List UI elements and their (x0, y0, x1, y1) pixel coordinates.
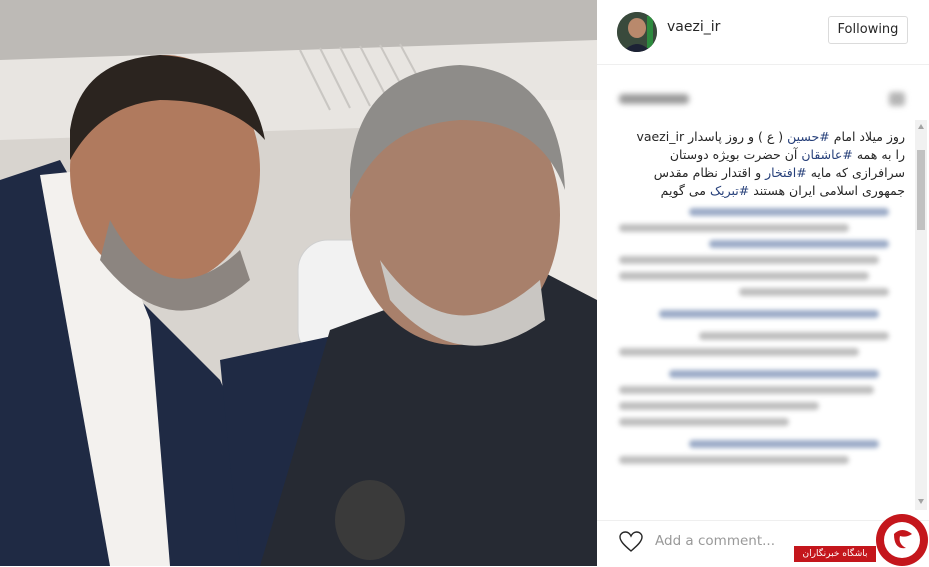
caption-username[interactable]: vaezi_ir (636, 129, 684, 144)
caption-text: جمهوری اسلامی ایران هستند (749, 183, 905, 198)
caption-text: روز میلاد امام (829, 129, 905, 144)
post-sidebar: vaezi_ir Following روز میلاد امام #حسین … (597, 0, 929, 566)
post-header: vaezi_ir Following (597, 0, 929, 65)
caption-line-2: را به همه #عاشقان آن حضرت بویژه دوستان (619, 146, 905, 164)
caption-text: سرافرازی که مایه (806, 165, 905, 180)
caption-text: می گویم (660, 183, 710, 198)
hashtag-link[interactable]: #عاشقان (801, 147, 853, 162)
watermark-text: باشگاه خبرنگاران (794, 546, 876, 562)
caption-text: آن حضرت بویژه دوستان (669, 147, 802, 162)
comments-area[interactable]: روز میلاد امام #حسین ( ع ) و روز پاسدار … (597, 120, 915, 510)
hashtag-link[interactable]: #افتخار (765, 165, 807, 180)
scroll-down-icon[interactable] (917, 496, 925, 506)
scroll-thumb[interactable] (917, 150, 925, 230)
post-photo (0, 0, 597, 566)
caption-text: ( ع ) و روز پاسدار (684, 129, 788, 144)
caption-line-4: جمهوری اسلامی ایران هستند #تبریک می گویم (619, 182, 905, 200)
photo-illustration (0, 0, 597, 566)
hashtag-link[interactable]: #تبریک (710, 183, 749, 198)
caption-text: و اقتدار نظام مقدس (653, 165, 766, 180)
avatar[interactable] (617, 12, 657, 52)
hashtag-link[interactable]: #حسین (787, 129, 830, 144)
caption-line-1: روز میلاد امام #حسین ( ع ) و روز پاسدار … (619, 128, 905, 146)
scroll-up-icon[interactable] (917, 122, 925, 132)
comment-input[interactable]: Add a comment... (655, 533, 775, 549)
caption-line-3: سرافرازی که مایه #افتخار و اقتدار نظام م… (619, 164, 905, 182)
caption-text: را به همه (852, 147, 905, 162)
scrollbar[interactable] (915, 120, 927, 510)
following-button[interactable]: Following (828, 16, 908, 44)
heart-icon[interactable] (619, 531, 643, 553)
post-caption: روز میلاد امام #حسین ( ع ) و روز پاسدار … (619, 128, 905, 200)
username[interactable]: vaezi_ir (667, 19, 720, 35)
avatar-image (617, 12, 657, 52)
likes-count-blurred (619, 90, 909, 108)
blurred-comments (619, 208, 889, 472)
